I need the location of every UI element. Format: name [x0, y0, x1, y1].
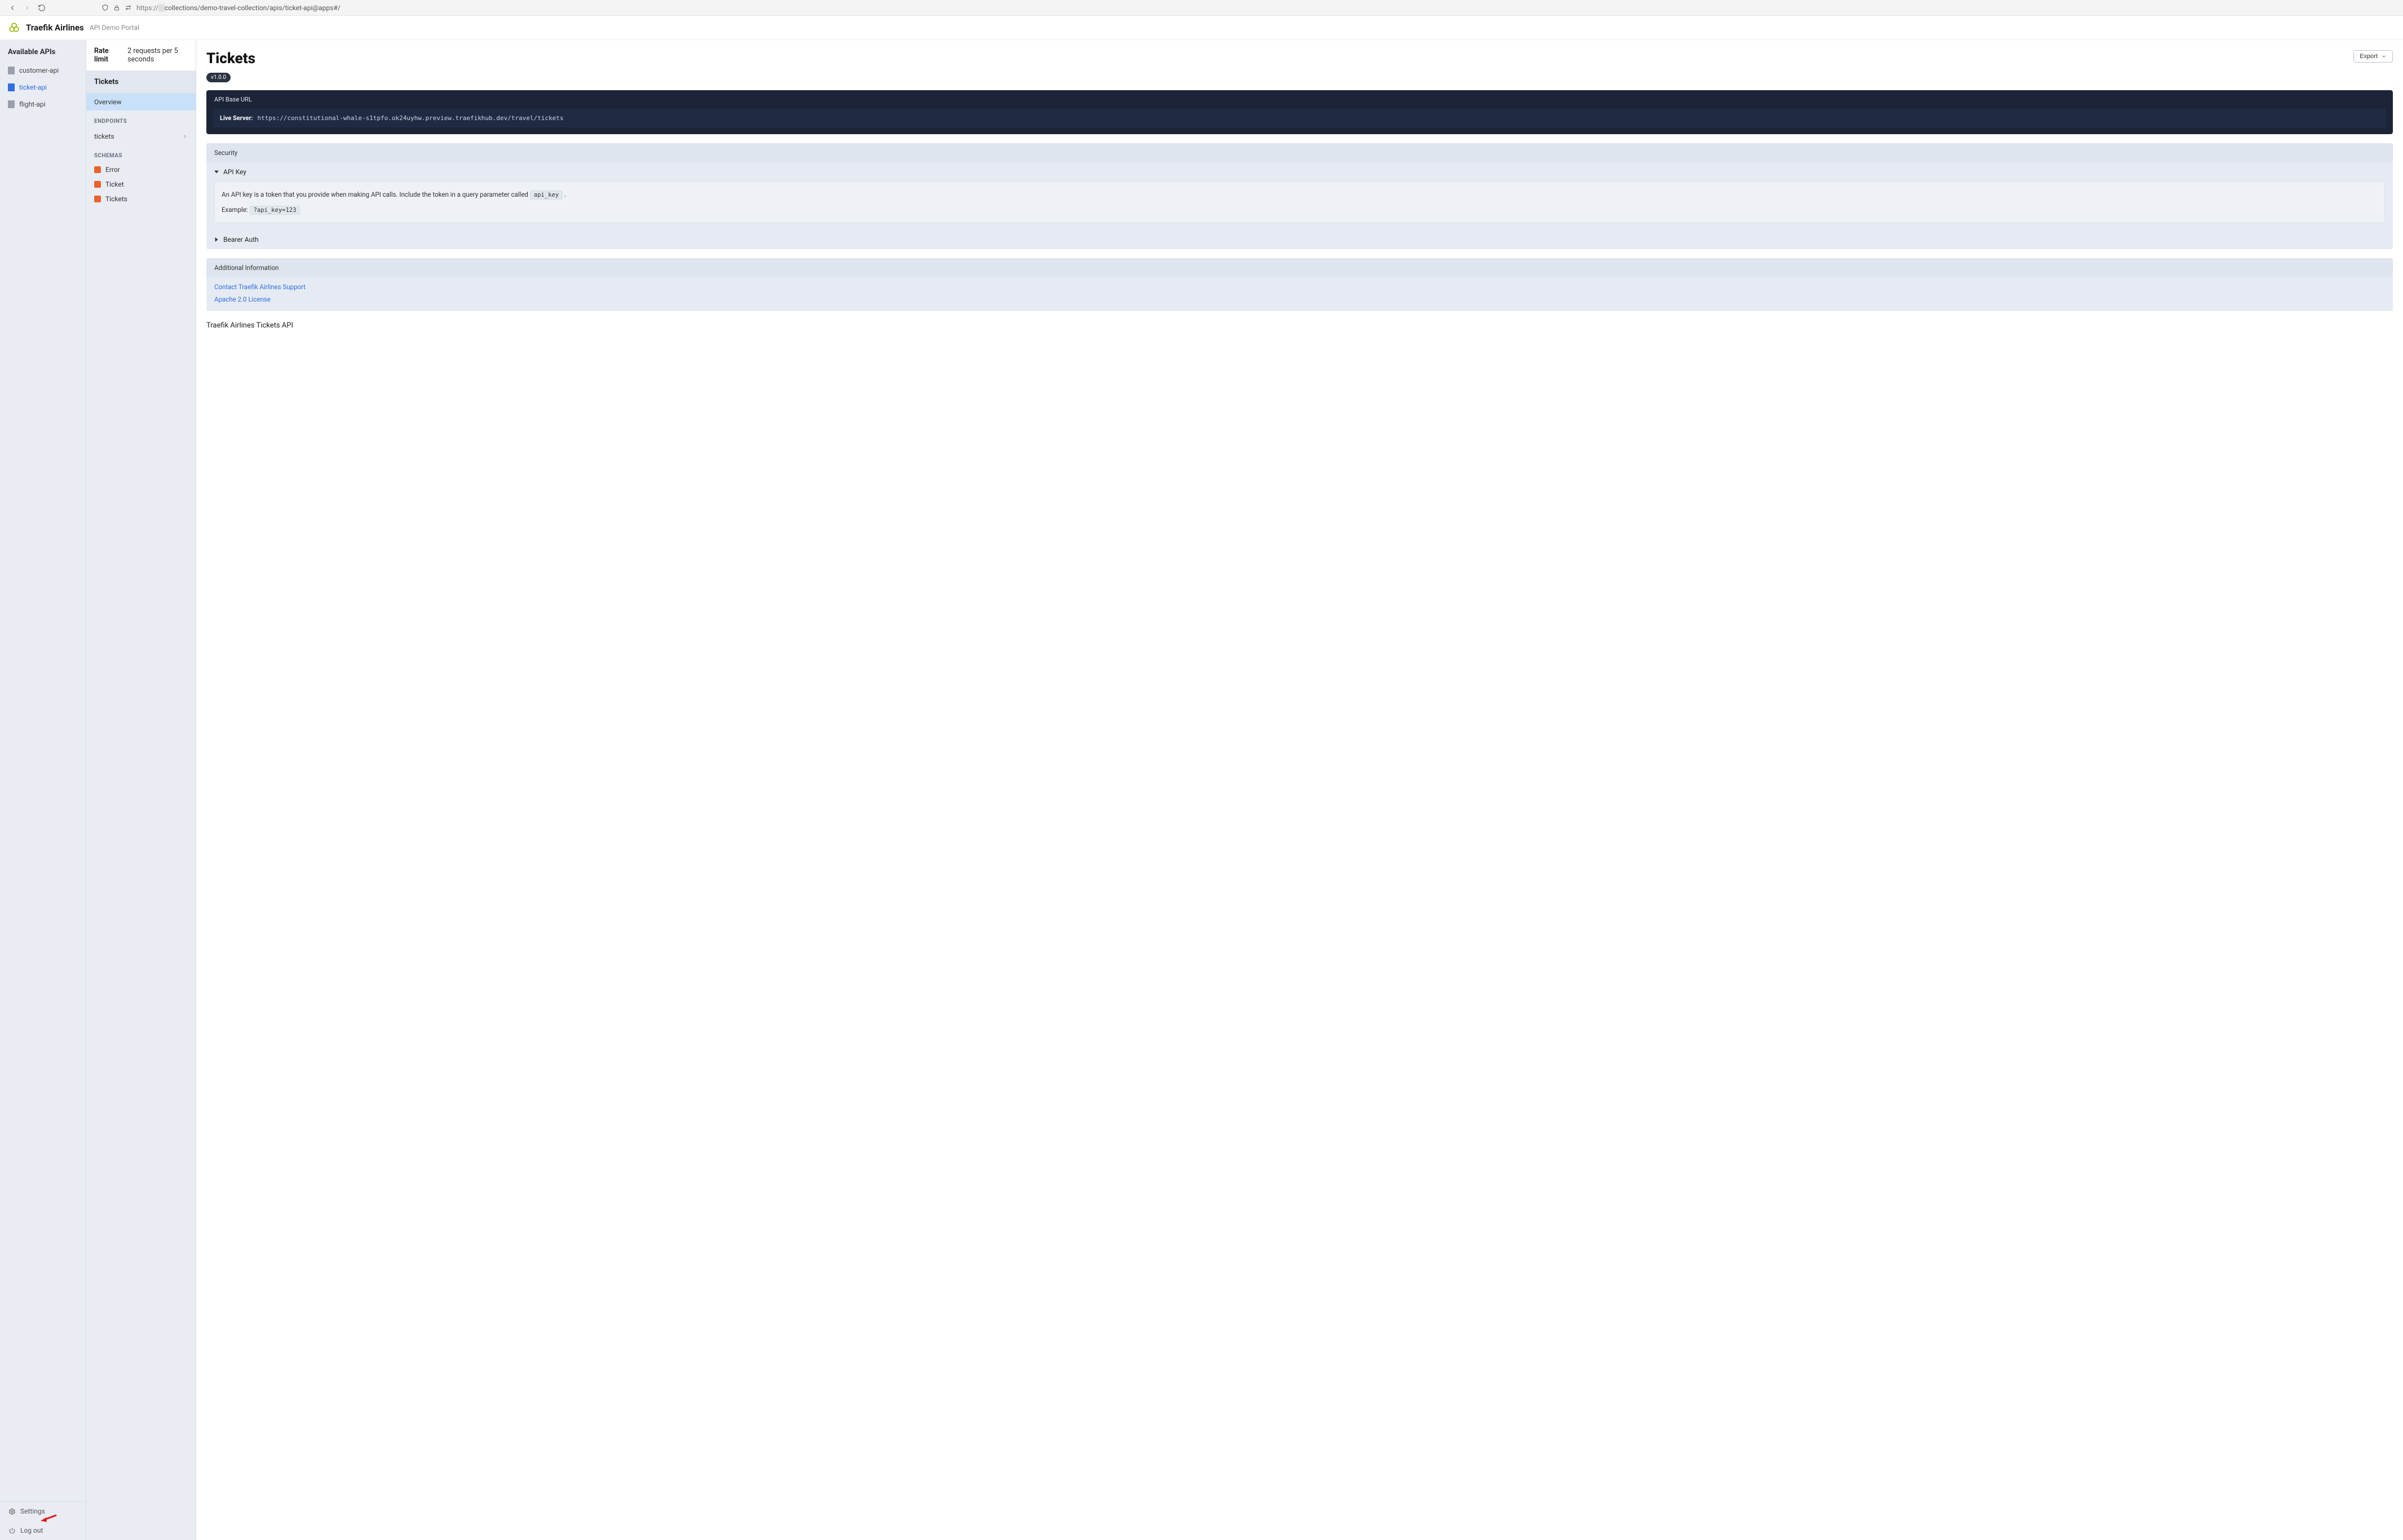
sidebar-item-label: flight-api — [19, 100, 46, 108]
rate-limit-bar: Rate limit 2 requests per 5 seconds — [86, 40, 196, 71]
api-description: Traefik Airlines Tickets API — [206, 321, 2393, 330]
chevron-down-icon — [2381, 54, 2387, 59]
apikey-example-code: ?api_key=123 — [250, 206, 301, 215]
sidebar-item-flight-api[interactable]: flight-api — [0, 96, 86, 113]
chevron-right-icon — [182, 134, 188, 139]
security-bearer-toggle[interactable]: Bearer Auth — [206, 230, 2393, 249]
version-badge: v1.0.0 — [206, 73, 231, 82]
caret-down-icon — [214, 170, 219, 174]
schema-tickets[interactable]: Tickets — [86, 192, 196, 206]
back-button[interactable] — [8, 3, 17, 12]
live-server-url: https://constitutional-whale-s1tpfo.ok24… — [257, 114, 563, 122]
settings-label: Settings — [20, 1507, 45, 1515]
endpoint-label: tickets — [94, 132, 114, 140]
lock-icon — [113, 5, 120, 11]
nav-overview[interactable]: Overview — [86, 94, 196, 110]
schema-label: Error — [105, 166, 120, 174]
apikey-infocard: An API key is a token that you provide w… — [214, 182, 2385, 223]
apikey-param-code: api_key — [530, 191, 563, 200]
schema-label: Tickets — [105, 195, 127, 203]
sidebar-mid: Rate limit 2 requests per 5 seconds Tick… — [86, 40, 196, 1540]
schema-label: Ticket — [105, 180, 124, 188]
browser-toolbar: https:// collections/demo-travel-collect… — [0, 0, 2403, 16]
apikey-example-label: Example: — [222, 206, 248, 214]
sidebar-left: Available APIs customer-api ticket-api f… — [0, 40, 86, 1540]
schema-badge-icon — [94, 196, 101, 202]
document-icon — [8, 67, 15, 74]
apikey-label: API Key — [223, 168, 246, 176]
traefik-logo-icon — [8, 21, 20, 34]
additional-info-heading: Additional Information — [206, 258, 2393, 277]
rate-limit-value: 2 requests per 5 seconds — [127, 47, 188, 64]
endpoints-heading: ENDPOINTS — [86, 110, 196, 128]
export-button[interactable]: Export — [2353, 50, 2393, 63]
schema-badge-icon — [94, 166, 101, 173]
api-base-url-heading: API Base URL — [206, 90, 2393, 109]
schema-error[interactable]: Error — [86, 162, 196, 177]
reload-button[interactable] — [37, 3, 46, 12]
schema-badge-icon — [94, 181, 101, 188]
app-title: Traefik Airlines — [26, 23, 84, 33]
rate-limit-label: Rate limit — [94, 47, 117, 64]
page-title: Tickets — [206, 50, 255, 67]
forward-button[interactable] — [23, 3, 32, 12]
live-server-label: Live Server: — [220, 114, 253, 122]
url-text: https:// collections/demo-travel-collect… — [136, 4, 341, 12]
caret-right-icon — [214, 237, 219, 242]
security-heading: Security — [206, 143, 2393, 162]
url-bar[interactable]: https:// collections/demo-travel-collect… — [97, 4, 2395, 12]
logout-label: Log out — [20, 1526, 43, 1534]
support-link[interactable]: Contact Traefik Airlines Support — [214, 283, 2385, 291]
sidebar-item-customer-api[interactable]: customer-api — [0, 62, 86, 79]
available-apis-heading: Available APIs — [0, 40, 86, 62]
panel-title: Tickets — [86, 71, 196, 94]
apikey-desc: An API key is a token that you provide w… — [222, 191, 530, 198]
sidebar-item-ticket-api[interactable]: ticket-api — [0, 79, 86, 96]
sidebar-item-label: customer-api — [19, 67, 59, 74]
sidebar-item-label: ticket-api — [19, 83, 47, 91]
permissions-icon — [125, 4, 132, 11]
logout-button[interactable]: Log out — [0, 1521, 86, 1540]
app-subtitle: API Demo Portal — [90, 24, 139, 32]
schemas-heading: SCHEMAS — [86, 145, 196, 162]
document-icon — [8, 83, 15, 91]
apikey-desc-post: . — [564, 191, 566, 198]
endpoint-tickets[interactable]: tickets — [86, 128, 196, 145]
security-apikey-toggle[interactable]: API Key — [206, 162, 2393, 182]
license-link[interactable]: Apache 2.0 License — [214, 295, 2385, 303]
shield-icon — [101, 4, 109, 11]
live-server-row: Live Server: https://constitutional-whal… — [213, 109, 2386, 127]
main-content: Tickets Export v1.0.0 API Base URL Live … — [196, 40, 2403, 1540]
settings-button[interactable]: Settings — [0, 1502, 86, 1521]
gear-icon — [8, 1507, 16, 1515]
bearer-label: Bearer Auth — [223, 236, 259, 244]
additional-info-section: Additional Information Contact Traefik A… — [206, 258, 2393, 311]
export-label: Export — [2360, 53, 2378, 60]
security-section: Security API Key An API key is a token t… — [206, 143, 2393, 249]
document-icon — [8, 100, 15, 108]
power-icon — [8, 1526, 16, 1534]
schema-ticket[interactable]: Ticket — [86, 177, 196, 192]
app-header: Traefik Airlines API Demo Portal — [0, 16, 2403, 40]
api-base-url-box: API Base URL Live Server: https://consti… — [206, 90, 2393, 134]
